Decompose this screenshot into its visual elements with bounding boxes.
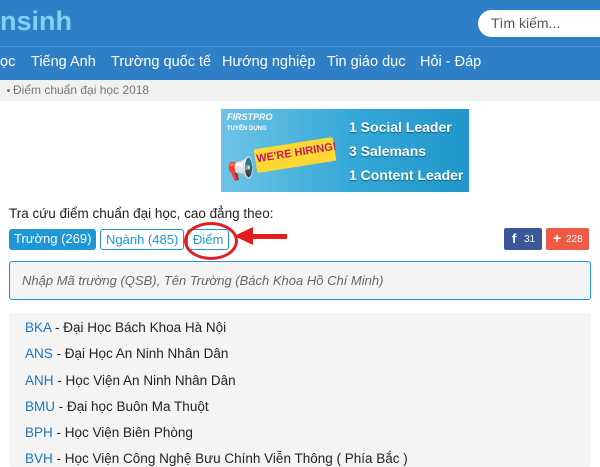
banner-line-3: 1 Content Leader — [349, 167, 464, 183]
nav-item-education-news[interactable]: Tin giáo dục — [327, 54, 405, 70]
nav-item-qa[interactable]: Hỏi - Đáp — [420, 54, 481, 70]
school-code: BPH — [25, 425, 53, 440]
nav-item-international-schools[interactable]: Trường quốc tế — [111, 54, 211, 70]
facebook-icon: f — [512, 231, 517, 246]
nav-item-career[interactable]: Hướng nghiệp — [222, 54, 315, 70]
school-code: ANH — [25, 373, 54, 388]
plus-share-button[interactable]: + 228 — [546, 228, 589, 250]
megaphone-icon: 📢 — [227, 156, 255, 181]
banner-subtitle: TUYỂN DỤNG — [227, 126, 267, 132]
school-code: ANS — [25, 346, 53, 361]
list-item[interactable]: ANS - Đại Học An Ninh Nhân Dân — [25, 346, 228, 361]
breadcrumb: Điểm chuẩn đại học 2018 — [0, 80, 600, 101]
list-item[interactable]: ANH - Học Viện An Ninh Nhân Dân — [25, 373, 236, 388]
site-logo[interactable]: nsinh — [0, 6, 72, 37]
school-name: - Đại Học Bách Khoa Hà Nội — [51, 320, 227, 335]
school-name: - Học Viện An Ninh Nhân Dân — [53, 373, 236, 388]
plus-count: 228 — [566, 234, 583, 245]
facebook-share-button[interactable]: f 31 — [504, 228, 542, 250]
facebook-count: 31 — [524, 234, 536, 245]
breadcrumb-item[interactable]: Điểm chuẩn đại học 2018 — [7, 83, 149, 97]
lookup-label: Tra cứu điểm chuẩn đại học, cao đẳng the… — [9, 206, 274, 221]
list-item[interactable]: BMU - Đại học Buôn Ma Thuột — [25, 399, 209, 414]
nav-item-english[interactable]: Tiếng Anh — [31, 54, 96, 70]
school-code: BVH — [25, 451, 53, 466]
breadcrumb-label: Điểm chuẩn đại học 2018 — [13, 83, 150, 97]
list-item[interactable]: BPH - Học Viện Biên Phòng — [25, 425, 193, 440]
school-code: BMU — [25, 399, 55, 414]
school-name: - Đại học Buôn Ma Thuột — [55, 399, 209, 414]
annotation-arrow-shaft — [252, 234, 287, 239]
list-item[interactable]: BKA - Đại Học Bách Khoa Hà Nội — [25, 320, 226, 335]
school-code: BKA — [25, 320, 52, 335]
banner-brand: FIRSTPRO — [227, 112, 273, 122]
annotation-arrow-head — [234, 227, 253, 245]
school-name: - Đại Học An Ninh Nhân Dân — [52, 346, 229, 361]
plus-icon: + — [553, 230, 562, 246]
school-name: - Học Viện Công Nghệ Bưu Chính Viễn Thôn… — [52, 451, 408, 466]
hiring-banner[interactable]: FIRSTPRO TUYỂN DỤNG WE'RE HIRING! 📢 1 So… — [221, 109, 469, 192]
header-search-input[interactable]: Tìm kiếm... — [478, 10, 600, 37]
school-list: BKA - Đại Học Bách Khoa Hà Nội ANS - Đại… — [9, 313, 591, 467]
main-nav: ọc Tiếng Anh Trường quốc tế Hướng nghiệp… — [0, 46, 600, 80]
banner-line-1: 1 Social Leader — [349, 119, 452, 135]
tab-major[interactable]: Ngành (485) — [100, 229, 185, 250]
school-name: - Học Viện Biên Phòng — [52, 425, 193, 440]
list-item[interactable]: BVH - Học Viện Công Nghệ Bưu Chính Viễn … — [25, 451, 408, 466]
annotation-circle — [184, 222, 238, 260]
school-search-placeholder: Nhập Mã trường (QSB), Tên Trường (Bách K… — [22, 273, 384, 288]
banner-line-2: 3 Salemans — [349, 143, 427, 159]
tab-school[interactable]: Trường (269) — [9, 229, 97, 250]
nav-item-partial[interactable]: ọc — [0, 54, 15, 70]
header-search-placeholder: Tìm kiếm... — [491, 15, 561, 31]
school-search-input[interactable]: Nhập Mã trường (QSB), Tên Trường (Bách K… — [9, 261, 591, 300]
header-bar: nsinh Tìm kiếm... — [0, 0, 600, 46]
